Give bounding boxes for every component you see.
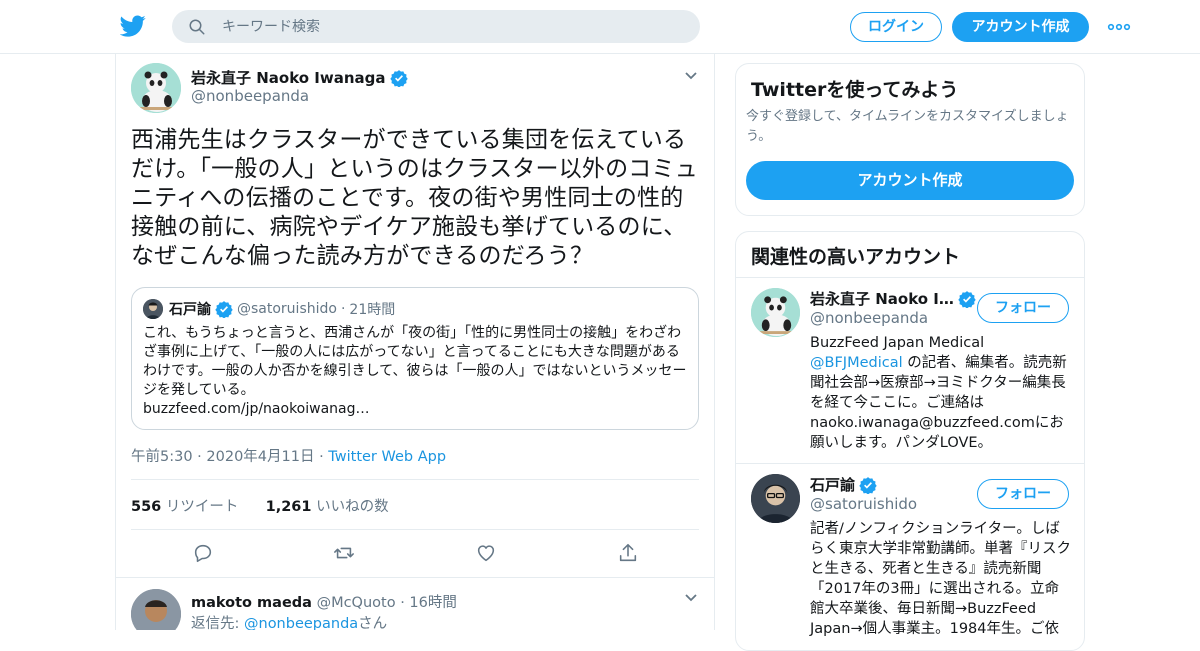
likes-stat[interactable]: 1,261 いいねの数 <box>266 499 389 515</box>
quote-author-handle: @satoruishido <box>237 301 337 317</box>
bio-mention-link[interactable]: @BFJMedical <box>810 355 903 371</box>
person-avatar-icon <box>131 589 181 630</box>
author-name[interactable]: 岩永直子 Naoko Iwanaga <box>191 67 408 88</box>
signup-card: Twitterを使ってみよう 今すぐ登録して、タイムラインをカスタマイズしましょ… <box>735 63 1085 216</box>
account-handle[interactable]: @satoruishido <box>810 495 917 513</box>
quote-header: 石戸諭 @satoruishido · 21時間 <box>169 299 395 319</box>
chevron-down-icon[interactable] <box>684 71 698 81</box>
search-bar[interactable] <box>172 10 700 43</box>
related-accounts-card: 関連性の高いアカウント 岩永直子 Naoko I… @nonbeepanda フ… <box>735 231 1085 651</box>
person-avatar-icon <box>143 299 163 319</box>
search-icon <box>189 19 205 34</box>
account-name[interactable]: 岩永直子 Naoko I… <box>810 288 976 309</box>
top-navigation-bar: ログイン アカウント作成 <box>0 0 1200 54</box>
related-account-item[interactable]: 石戸諭 @satoruishido フォロー 記者/ノンフィクションライター。し… <box>736 464 1084 650</box>
likes-count: 1,261 <box>265 499 312 515</box>
quote-text: これ、もうちょっと言うと、西浦さんが「夜の街」「性的に男性同士の接触」をわざわざ… <box>143 324 689 419</box>
reply-time[interactable]: 16時間 <box>409 595 456 611</box>
account-avatar[interactable] <box>751 288 800 337</box>
reply-header: makoto maeda @McQuoto · 16時間 <box>191 591 457 612</box>
account-name[interactable]: 石戸諭 <box>810 474 877 495</box>
tweet-stats: 556 リツイート 1,261 いいねの数 <box>131 495 389 516</box>
divider <box>131 529 699 530</box>
quote-time: 21時間 <box>349 302 396 318</box>
signup-card-title: Twitterを使ってみよう <box>751 79 959 101</box>
twitter-bird-logo-icon[interactable] <box>120 13 146 39</box>
login-button[interactable]: ログイン <box>850 12 942 42</box>
tweet-source-link[interactable]: Twitter Web App <box>328 449 446 465</box>
retweets-label: リツイート <box>165 499 239 515</box>
account-name-text[interactable]: 石戸諭 <box>810 474 855 495</box>
signup-card-description: 今すぐ登録して、タイムラインをカスタマイズしましょう。 <box>746 109 1069 144</box>
quote-body: これ、もうちょっと言うと、西浦さんが「夜の街」「性的に男性同士の接触」をわざわざ… <box>143 325 687 398</box>
quoted-tweet[interactable]: 石戸諭 @satoruishido · 21時間 これ、もうちょっと言うと、西浦… <box>131 287 699 430</box>
reply-author-name[interactable]: makoto maeda <box>191 595 312 611</box>
signup-button[interactable]: アカウント作成 <box>952 12 1089 42</box>
reply-author-handle[interactable]: @McQuoto <box>317 595 396 611</box>
divider <box>116 577 714 578</box>
verified-badge-icon <box>958 290 976 308</box>
verified-badge-icon <box>215 301 233 318</box>
reply-to-link[interactable]: @nonbeepanda <box>244 616 358 630</box>
more-options-icon[interactable] <box>1107 19 1131 35</box>
quote-author-name: 石戸諭 <box>169 302 211 318</box>
share-icon[interactable] <box>617 542 639 564</box>
chevron-down-icon[interactable] <box>684 593 698 603</box>
person-avatar-icon <box>751 474 800 523</box>
reply-icon[interactable] <box>192 542 214 564</box>
meta-separator: · <box>319 449 324 465</box>
panda-avatar-icon <box>751 288 800 337</box>
account-bio: 記者/ノンフィクションライター。しばらく東京大学非常勤講師。単著『リスクと生きる… <box>810 521 1071 637</box>
retweet-icon[interactable] <box>333 542 355 564</box>
reply-author-avatar[interactable] <box>131 589 181 630</box>
verified-badge-icon <box>389 69 408 87</box>
related-accounts-title: 関連性の高いアカウント <box>751 246 961 268</box>
tweet-text: 西浦先生はクラスターができている集団を伝えているだけ。「一般の人」というのはクラ… <box>131 127 698 269</box>
retweets-count: 556 <box>131 499 162 515</box>
author-avatar[interactable] <box>131 63 181 113</box>
author-name-text[interactable]: 岩永直子 Naoko Iwanaga <box>191 67 386 88</box>
like-heart-icon[interactable] <box>475 542 497 564</box>
divider <box>131 479 699 480</box>
author-handle[interactable]: @nonbeepanda <box>191 87 309 105</box>
search-input[interactable] <box>222 18 662 35</box>
bio-text: BuzzFeed Japan Medical <box>810 335 985 351</box>
account-handle[interactable]: @nonbeepanda <box>810 309 928 327</box>
verified-badge-icon <box>859 476 877 494</box>
reply-suffix: さん <box>358 616 388 630</box>
likes-label: いいねの数 <box>316 499 389 515</box>
tweet-timestamp[interactable]: 午前5:30 · 2020年4月11日 <box>131 449 314 465</box>
account-name-text[interactable]: 岩永直子 Naoko I… <box>810 288 954 309</box>
quote-separator: · <box>340 301 346 317</box>
tweet-meta: 午前5:30 · 2020年4月11日 · Twitter Web App <box>131 445 446 466</box>
quote-link[interactable]: buzzfeed.com/jp/naokoiwanag… <box>143 401 370 417</box>
panda-avatar-icon <box>131 63 181 113</box>
follow-button[interactable]: フォロー <box>977 293 1069 323</box>
related-account-item[interactable]: 岩永直子 Naoko I… @nonbeepanda フォロー BuzzFeed… <box>736 278 1084 463</box>
account-avatar[interactable] <box>751 474 800 523</box>
signup-card-button[interactable]: アカウント作成 <box>746 161 1074 200</box>
reply-prefix: 返信先: <box>191 616 244 630</box>
reply-separator: · <box>400 595 405 611</box>
retweets-stat[interactable]: 556 リツイート <box>131 499 238 515</box>
tweet-column: 岩永直子 Naoko Iwanaga @nonbeepanda 西浦先生はクラス… <box>115 54 715 630</box>
follow-button[interactable]: フォロー <box>977 479 1069 509</box>
reply-to-line: 返信先: @nonbeepandaさん <box>191 612 387 630</box>
quote-author-avatar <box>143 299 163 319</box>
account-bio: BuzzFeed Japan Medical @BFJMedical の記者、編… <box>810 333 1072 453</box>
